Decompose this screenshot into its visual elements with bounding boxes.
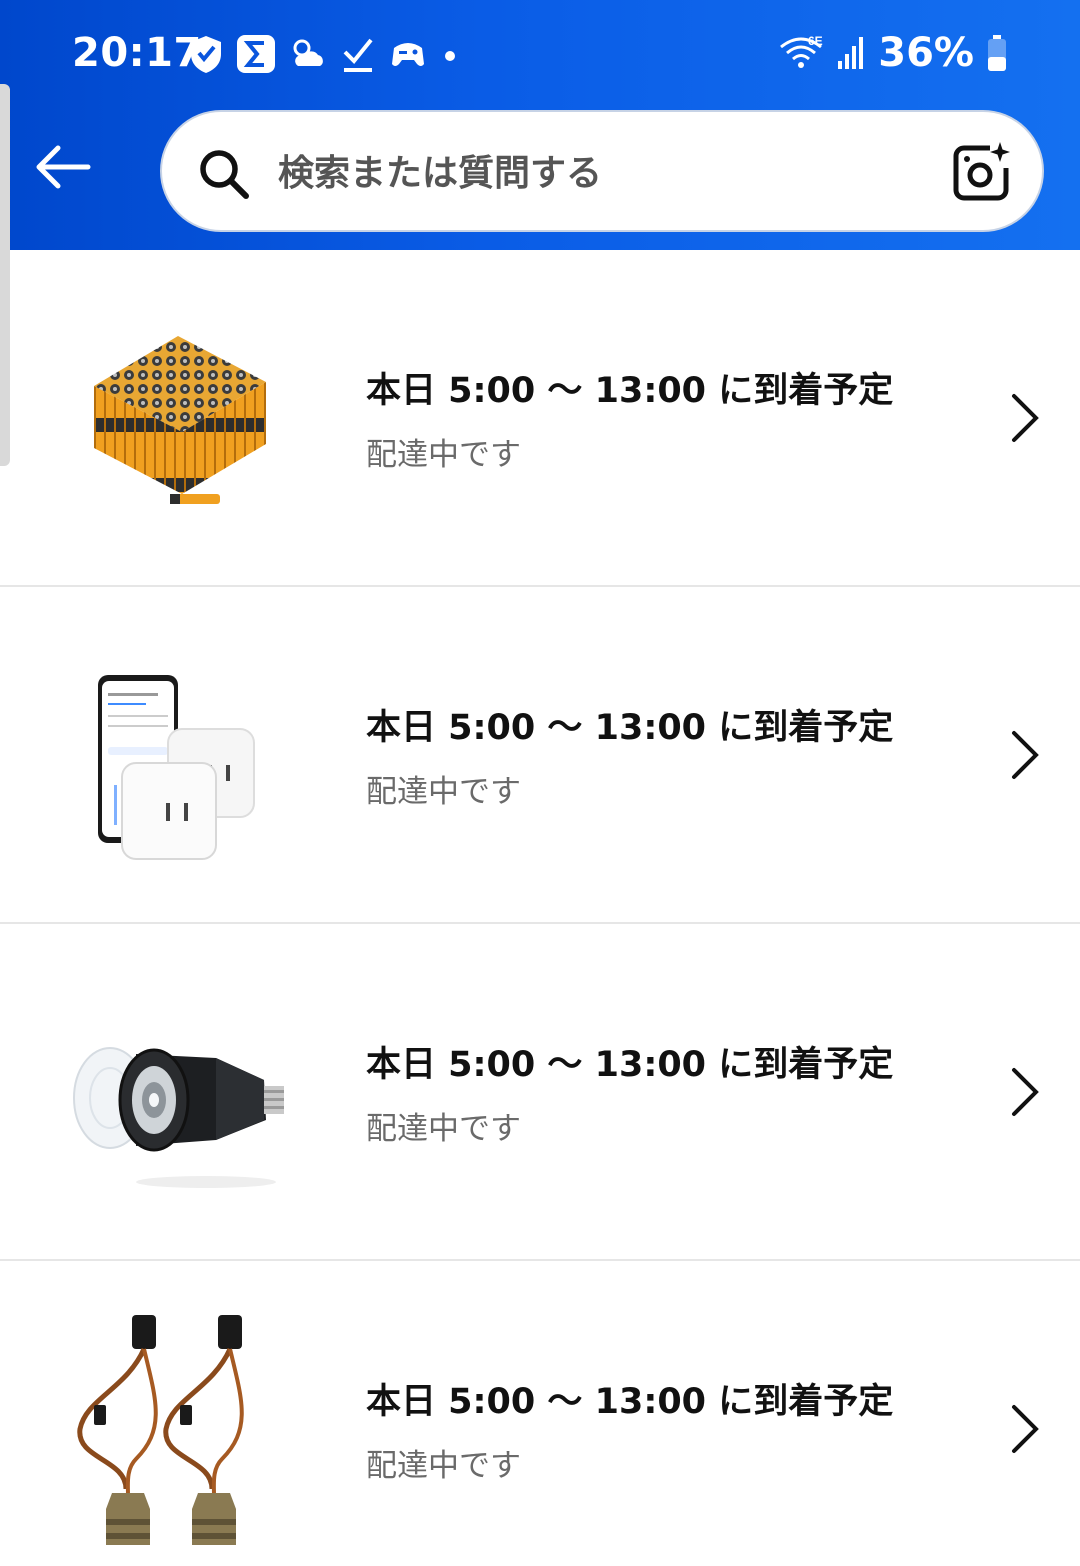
network-label: 6E xyxy=(808,34,823,48)
batteries-image xyxy=(66,298,292,538)
pendant-socket-image xyxy=(66,1309,292,1549)
search-box[interactable] xyxy=(160,110,1044,232)
weather-icon xyxy=(293,39,323,66)
arrow-left-icon xyxy=(36,145,91,189)
delivery-eta: 本日 5:00 ～ 13:00 に到着予定 xyxy=(366,370,894,411)
game-icon xyxy=(392,43,424,66)
battery-icon xyxy=(988,35,1006,71)
delivery-item[interactable]: 本日 5:00 ～ 13:00 に到着予定 配達中です xyxy=(0,1261,1080,1566)
signal-icon xyxy=(838,37,864,69)
chevron-right-icon xyxy=(1012,1404,1039,1453)
battery-percent: 36% xyxy=(878,30,974,76)
delivery-status: 配達中です xyxy=(366,1447,521,1484)
status-time: 20:17 xyxy=(72,30,202,76)
delivery-text: 本日 5:00 ～ 13:00 に到着予定 配達中です xyxy=(366,924,893,1259)
status-icons-right: 6E 36% xyxy=(778,30,1008,76)
delivery-eta: 本日 5:00 ～ 13:00 に到着予定 xyxy=(366,1381,894,1422)
smart-plug-image xyxy=(66,635,292,875)
camera-sparkle-icon xyxy=(953,142,1010,201)
delivery-text: 本日 5:00 ～ 13:00 に到着予定 配達中です xyxy=(366,250,893,585)
delivery-list: 本日 5:00 ～ 13:00 に到着予定 配達中です 本日 5:00 ～ 13… xyxy=(0,250,1080,1566)
delivery-eta: 本日 5:00 ～ 13:00 に到着予定 xyxy=(366,1044,894,1085)
status-icons-left xyxy=(188,32,460,76)
delivery-item[interactable]: 本日 5:00 ～ 13:00 に到着予定 配達中です xyxy=(0,587,1080,924)
delivery-item[interactable]: 本日 5:00 ～ 13:00 に到着予定 配達中です xyxy=(0,924,1080,1261)
search-input[interactable] xyxy=(278,142,918,204)
shield-icon xyxy=(191,36,221,73)
status-bar: 20:17 6E 36% xyxy=(0,0,1080,106)
wifi-icon: 6E xyxy=(780,34,823,68)
chevron-right-icon xyxy=(1012,393,1039,442)
delivery-text: 本日 5:00 ～ 13:00 に到着予定 配達中です xyxy=(366,1261,893,1566)
chevron-right-icon xyxy=(1012,1067,1039,1116)
delivery-eta: 本日 5:00 ～ 13:00 に到着予定 xyxy=(366,707,894,748)
delivery-item[interactable]: 本日 5:00 ～ 13:00 に到着予定 配達中です xyxy=(0,250,1080,587)
back-button[interactable] xyxy=(30,135,94,199)
chevron-right-icon xyxy=(1012,730,1039,779)
delivery-status: 配達中です xyxy=(366,436,521,473)
check-icon xyxy=(343,38,373,72)
delivery-status: 配達中です xyxy=(366,773,521,810)
delivery-status: 配達中です xyxy=(366,1110,521,1147)
search-icon xyxy=(200,150,249,199)
camera-search-button[interactable] xyxy=(950,140,1014,204)
app-header: 20:17 6E 36% 検索または質問する xyxy=(0,0,1080,250)
sigma-icon xyxy=(237,35,275,73)
delivery-text: 本日 5:00 ～ 13:00 に到着予定 配達中です xyxy=(366,587,893,922)
led-bulb-image xyxy=(66,972,292,1212)
dot-icon xyxy=(445,51,455,61)
